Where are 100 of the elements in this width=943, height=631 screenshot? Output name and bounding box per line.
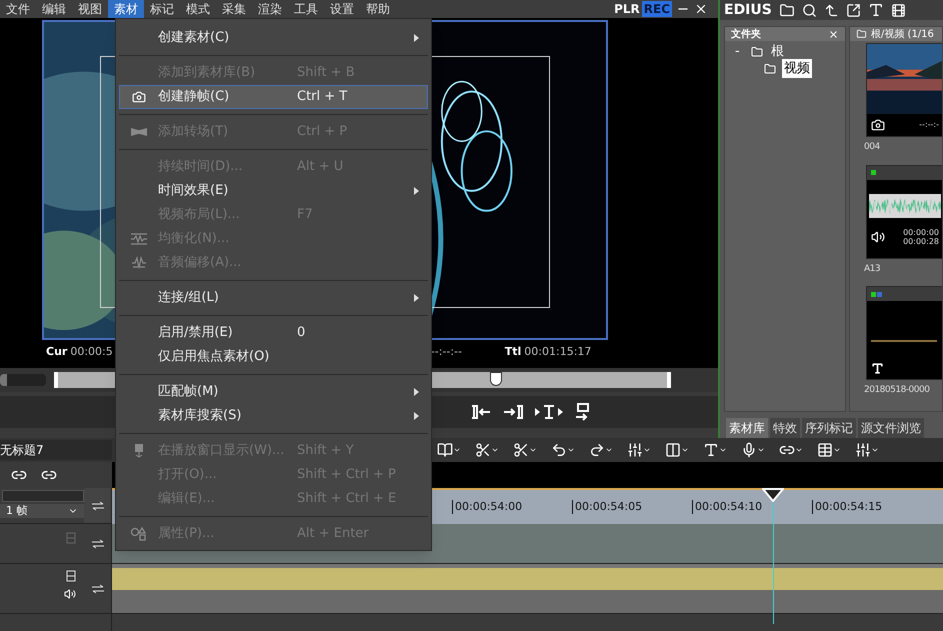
title-icon[interactable] — [703, 442, 719, 458]
dropdown-caret-icon[interactable] — [871, 446, 879, 454]
clip-thumbnail[interactable]: 00:00:00 00:00:28 — [866, 164, 942, 258]
menu-title[interactable]: 设置 — [324, 0, 360, 18]
dropdown-caret-icon[interactable] — [453, 446, 461, 454]
bin-path: 根/视频 (1/16 — [871, 28, 934, 42]
new-folder-icon[interactable] — [778, 2, 795, 18]
panel-tab[interactable]: 序列标记 — [802, 418, 856, 438]
mode-tab[interactable]: PLR — [612, 1, 642, 17]
clip-thumbnail[interactable]: --:--:- — [866, 43, 942, 137]
current-timecode: 00:00:5 — [70, 344, 113, 360]
in-out-timecode: --:--:-- — [430, 344, 463, 360]
clip-name[interactable]: A13 — [864, 262, 942, 276]
menu-title[interactable]: 帮助 — [360, 0, 396, 18]
insert-icon[interactable] — [534, 404, 564, 420]
set-in-icon[interactable] — [470, 404, 492, 420]
clip-name[interactable]: 004 — [864, 141, 942, 154]
sequence-tab[interactable]: 无标题7 — [0, 440, 112, 460]
sync-arrows-icon[interactable] — [90, 500, 104, 510]
menu-title[interactable]: 视图 — [72, 0, 108, 18]
frame-step-dropdown[interactable]: 1 帧 — [0, 504, 84, 518]
clip-timecode: 00:00:28 — [903, 236, 939, 246]
panel-tab[interactable]: 素材库 — [726, 418, 768, 438]
scissors-icon[interactable] — [513, 442, 529, 458]
waveform-drawing — [869, 194, 941, 218]
menu-title[interactable]: 模式 — [180, 0, 216, 18]
menu-title[interactable]: 标记 — [144, 0, 180, 18]
dropdown-caret-icon[interactable] — [643, 446, 651, 454]
app-logo: EDIUS — [724, 3, 772, 17]
book-icon[interactable] — [437, 442, 453, 458]
clip-timecode: --:--:- — [919, 119, 939, 131]
sync-arrows-icon[interactable] — [90, 538, 104, 548]
menu-item[interactable]: 仅启用焦点素材(O) — [119, 345, 428, 369]
menu-item[interactable]: 连接/组(L) — [119, 286, 428, 310]
cur-label: Cur — [46, 344, 68, 360]
menu-item[interactable]: 启用/禁用(E) 0 — [119, 321, 428, 345]
title-icon[interactable] — [868, 2, 884, 18]
ttl-label: Ttl — [504, 344, 522, 360]
folder-icon — [750, 46, 764, 58]
mixer-icon[interactable] — [855, 442, 871, 458]
microphone-icon[interactable] — [741, 442, 757, 458]
dropdown-caret-icon[interactable] — [795, 446, 803, 454]
set-out-icon[interactable] — [502, 404, 524, 420]
search-icon[interactable] — [802, 2, 817, 18]
table-icon[interactable] — [817, 442, 833, 458]
lock-icon — [66, 532, 76, 544]
clip-timecode: 00:00:00 — [903, 228, 939, 236]
zoom-field[interactable] — [2, 490, 84, 502]
dropdown-caret-icon[interactable] — [491, 446, 499, 454]
dropdown-caret-icon[interactable] — [567, 446, 575, 454]
folder-item[interactable]: 根 — [769, 42, 786, 62]
menu-item[interactable]: 创建素材(C) — [119, 26, 428, 50]
dropdown-caret-icon[interactable] — [757, 446, 765, 454]
shapes-icon — [130, 527, 148, 541]
title-preview-line — [871, 340, 937, 342]
menu-item[interactable]: 时间效果(E) — [119, 179, 428, 203]
folder-item[interactable]: 视频 — [782, 58, 812, 78]
dropdown-caret-icon[interactable] — [719, 446, 727, 454]
ruler-timecode: 00:00:54:05 — [575, 498, 642, 515]
waveform-icon — [130, 232, 148, 246]
waveform-icon — [130, 256, 148, 270]
playhead-handle[interactable] — [490, 372, 502, 386]
title-icon — [871, 362, 884, 375]
export-icon[interactable] — [846, 2, 861, 18]
undo-icon[interactable] — [551, 442, 567, 458]
close-icon[interactable] — [694, 2, 708, 16]
panel-title: 文件夹 — [731, 28, 761, 42]
collapse-toggle[interactable]: - — [735, 42, 745, 62]
menu-title[interactable]: 渲染 — [252, 0, 288, 18]
menu-item[interactable]: 创建静帧(C) Ctrl + T — [119, 85, 428, 109]
scissors-icon[interactable] — [475, 442, 491, 458]
dropdown-caret-icon[interactable] — [833, 446, 841, 454]
folder-icon — [763, 62, 777, 74]
ruler-timecode: 00:00:54:15 — [815, 498, 882, 515]
panel-tab[interactable]: 源文件浏览 — [858, 418, 924, 438]
menu-title[interactable]: 文件 — [0, 0, 36, 18]
panel-tab[interactable]: 特效 — [770, 418, 800, 438]
up-folder-icon[interactable] — [824, 2, 839, 18]
close-icon[interactable] — [828, 28, 839, 40]
mode-tab[interactable]: REC — [642, 1, 672, 17]
menu-title[interactable]: 素材 — [108, 0, 144, 18]
redo-icon[interactable] — [589, 442, 605, 458]
dropdown-caret-icon[interactable] — [681, 446, 689, 454]
menu-title[interactable]: 工具 — [288, 0, 324, 18]
lock-icon — [66, 570, 76, 582]
clip-name[interactable]: 20180518-0000 — [864, 384, 942, 398]
menu-item[interactable]: 匹配帧(M) — [119, 380, 428, 404]
dropdown-caret-icon[interactable] — [605, 446, 613, 454]
sliders-icon[interactable] — [627, 442, 643, 458]
volume-slider[interactable] — [0, 374, 46, 386]
folder-icon — [856, 29, 867, 39]
speaker-icon — [871, 230, 885, 244]
transition-icon — [130, 125, 148, 139]
menu-title[interactable]: 采集 — [216, 0, 252, 18]
columns-icon[interactable] — [665, 442, 681, 458]
speaker-icon — [64, 588, 76, 600]
menu-title[interactable]: 编辑 — [36, 0, 72, 18]
sync-arrows-icon[interactable] — [90, 584, 104, 594]
dropdown-caret-icon[interactable] — [529, 446, 537, 454]
clip-thumbnail[interactable] — [866, 286, 942, 380]
